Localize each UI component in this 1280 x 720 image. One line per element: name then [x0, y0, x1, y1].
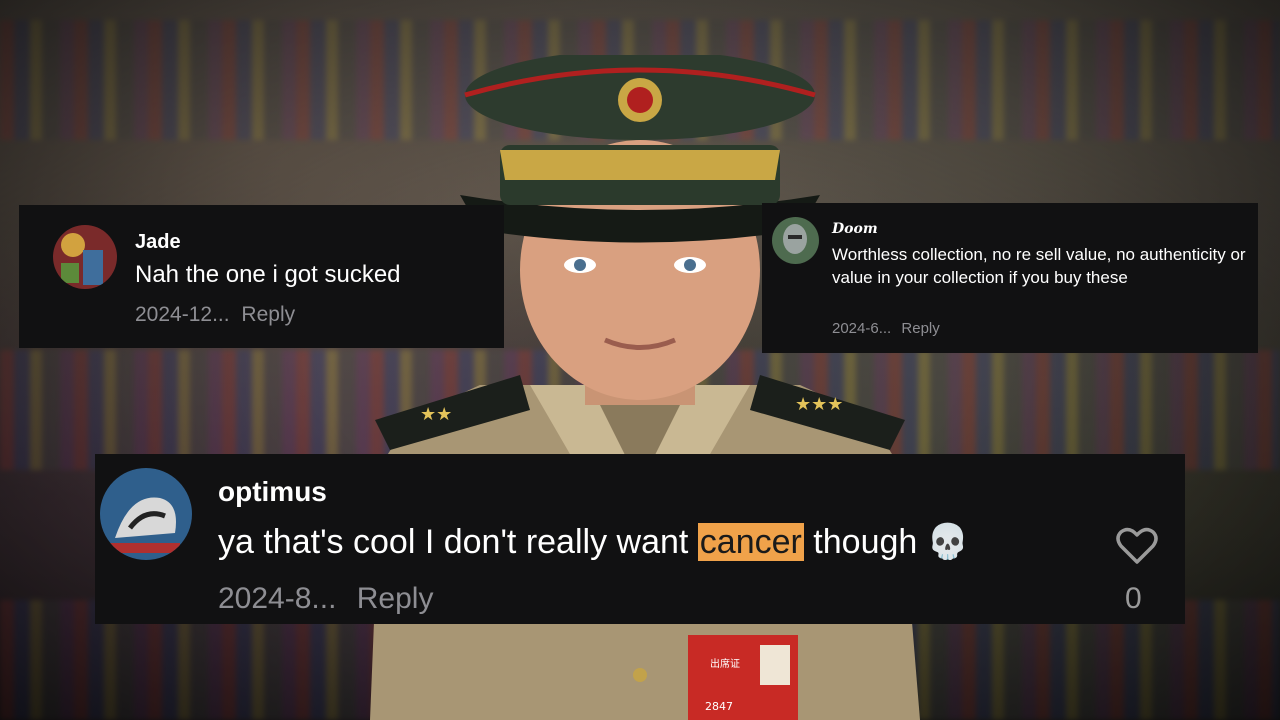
comment-meta: 2024-6... Reply: [832, 320, 940, 337]
avatar[interactable]: [100, 468, 192, 560]
comment-card-jade: Jade Nah the one i got sucked 2024-12...…: [19, 205, 504, 348]
id-badge: 2847 出席证: [688, 635, 798, 720]
comment-date: 2024-6...: [832, 320, 892, 337]
skull-icon: 💀: [926, 523, 970, 561]
comment-text: Worthless collection, no re sell value, …: [832, 245, 1246, 287]
comment-date: 2024-12...: [135, 303, 230, 326]
reply-button[interactable]: Reply: [241, 303, 295, 326]
svg-text:★★★: ★★★: [795, 394, 843, 415]
badge-label: 出席证: [710, 657, 740, 670]
comment-meta: 2024-8... Reply: [218, 582, 433, 616]
badge-number: 2847: [705, 700, 733, 713]
username[interactable]: Jade: [135, 231, 181, 254]
comment-text-start: ya that's cool I don't really want: [218, 523, 698, 561]
comment-card-doom: Doom Worthless collection, no re sell va…: [762, 203, 1258, 353]
heart-icon[interactable]: [1115, 526, 1159, 566]
avatar[interactable]: [53, 225, 117, 289]
comment-text: Nah the one i got sucked: [135, 261, 401, 288]
highlighted-word: cancer: [697, 523, 804, 561]
reply-button[interactable]: Reply: [901, 320, 939, 337]
comment-date: 2024-8...: [218, 582, 337, 615]
comment-meta: 2024-12... Reply: [135, 303, 295, 327]
reply-button[interactable]: Reply: [357, 582, 434, 615]
comment-card-optimus: optimus ya that's cool I don't really wa…: [95, 454, 1185, 624]
username[interactable]: Doom: [832, 221, 878, 237]
thumbnail: ★★ ★★★ 2847 出席证 Jade Nah the one i got s…: [0, 0, 1280, 720]
comment-text-end: though: [803, 523, 918, 561]
comment-text: ya that's cool I don't really want cance…: [218, 522, 969, 562]
like-count: 0: [1125, 582, 1142, 615]
svg-text:★★: ★★: [420, 404, 452, 425]
username[interactable]: optimus: [218, 476, 327, 508]
avatar[interactable]: [772, 217, 819, 264]
